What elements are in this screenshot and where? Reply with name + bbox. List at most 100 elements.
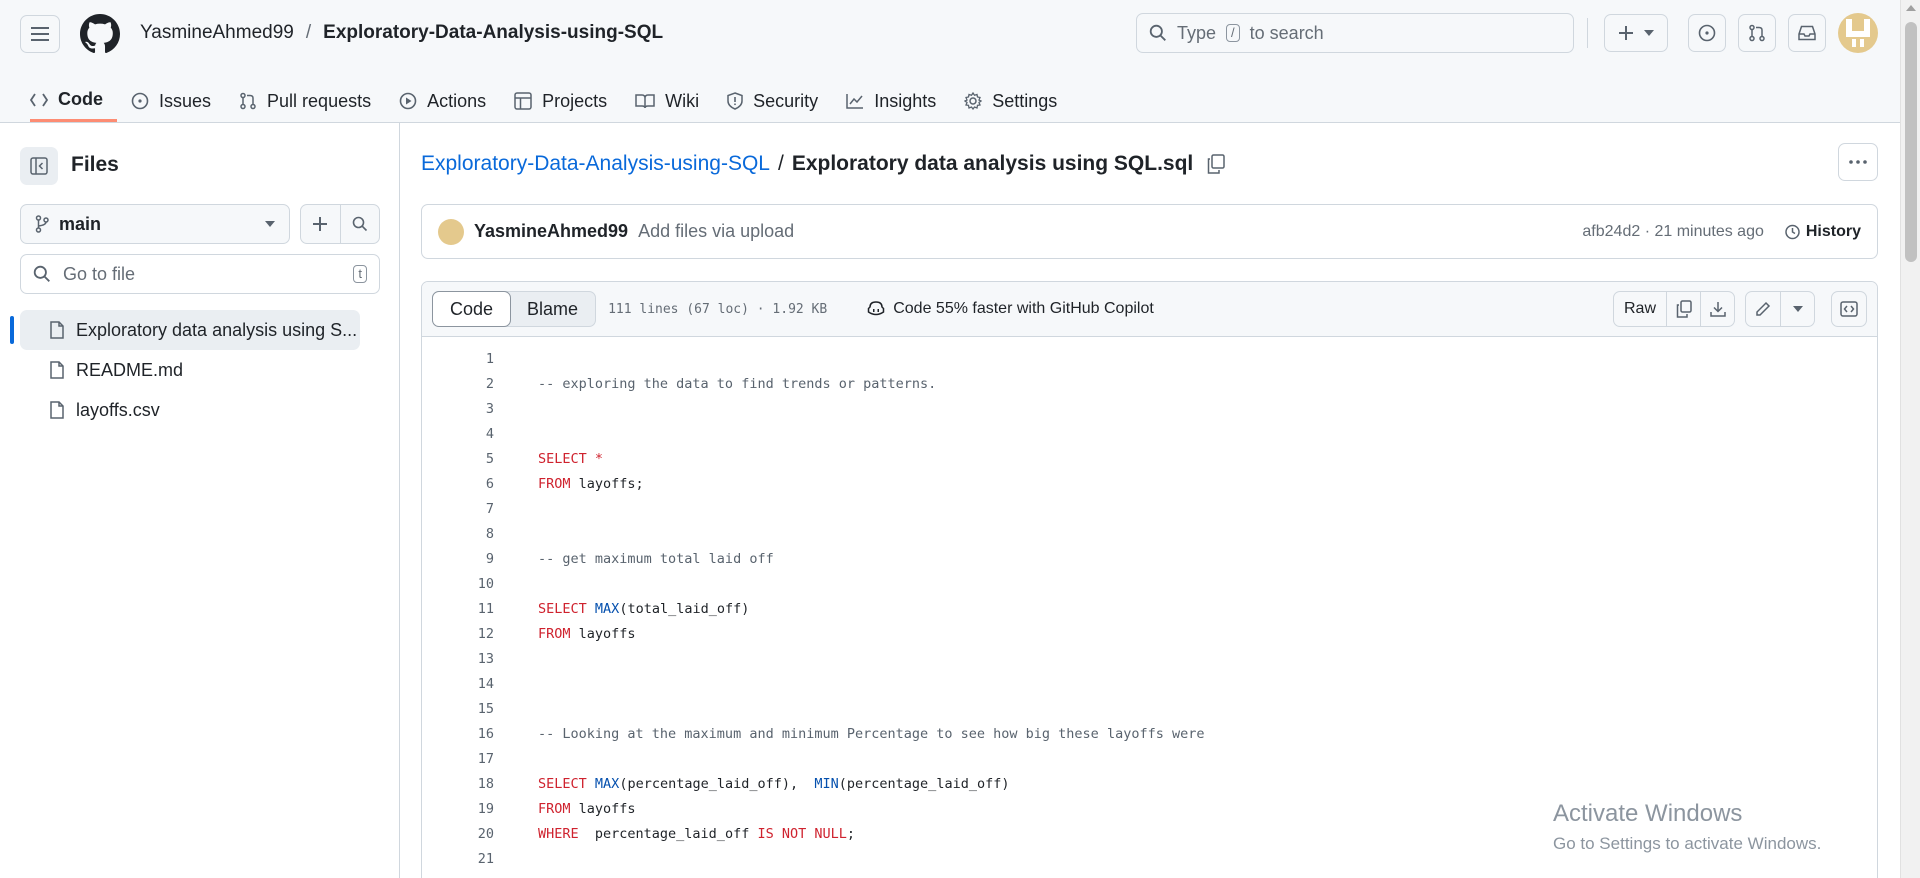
code-line[interactable]: 16 -- Looking at the maximum and minimum … (422, 721, 1877, 746)
line-number[interactable]: 3 (422, 401, 494, 417)
code-line[interactable]: 15 (422, 696, 1877, 721)
line-content: SELECT MAX(total_laid_off) (494, 601, 749, 617)
line-number[interactable]: 10 (422, 576, 494, 592)
tab-projects[interactable]: Projects (500, 80, 621, 122)
page-scrollbar[interactable] (1900, 0, 1920, 878)
line-number[interactable]: 18 (422, 776, 494, 792)
code-line[interactable]: 2 -- exploring the data to find trends or… (422, 371, 1877, 396)
line-number[interactable]: 20 (422, 826, 494, 842)
raw-button[interactable]: Raw (1614, 292, 1666, 326)
copy-raw-button[interactable] (1666, 292, 1700, 326)
code-line[interactable]: 13 (422, 646, 1877, 671)
line-number[interactable]: 4 (422, 426, 494, 442)
search-input[interactable]: Type / to search (1136, 13, 1574, 53)
code-view-button[interactable]: Code (432, 291, 512, 327)
collapse-sidebar-button[interactable] (20, 147, 58, 185)
line-number[interactable]: 14 (422, 676, 494, 692)
commit-author-avatar[interactable] (438, 218, 464, 245)
tab-issues[interactable]: Issues (117, 80, 225, 122)
create-new-button[interactable] (1604, 14, 1668, 52)
commit-message[interactable]: Add files via upload (638, 221, 794, 242)
copy-icon[interactable] (1207, 154, 1226, 174)
edit-dropdown-button[interactable] (1780, 292, 1814, 326)
owner-link[interactable]: YasmineAhmed99 (140, 22, 294, 44)
line-number[interactable]: 1 (422, 351, 494, 367)
code-line[interactable]: 6 FROM layoffs; (422, 471, 1877, 496)
tab-code[interactable]: Code (30, 80, 117, 122)
repo-link[interactable]: Exploratory-Data-Analysis-using-SQL (323, 22, 663, 44)
file-item-sql[interactable]: Exploratory data analysis using S... (10, 310, 360, 350)
tab-label: Wiki (665, 90, 700, 111)
commit-author[interactable]: YasmineAhmed99 (474, 221, 628, 242)
copy-icon (1676, 300, 1692, 318)
line-number[interactable]: 19 (422, 801, 494, 817)
code-line[interactable]: 7 (422, 496, 1877, 521)
branch-selector[interactable]: main (20, 204, 290, 244)
line-number[interactable]: 9 (422, 551, 494, 567)
line-number[interactable]: 17 (422, 751, 494, 767)
issues-button[interactable] (1688, 14, 1726, 52)
code-line[interactable]: 10 (422, 571, 1877, 596)
code-line[interactable]: 3 (422, 396, 1877, 421)
file-icon (50, 401, 64, 419)
latest-commit-bar: YasmineAhmed99 Add files via upload afb2… (421, 204, 1878, 259)
branch-icon (35, 215, 49, 233)
add-file-button[interactable] (301, 205, 340, 243)
tab-settings[interactable]: Settings (950, 80, 1071, 122)
edit-button[interactable] (1746, 292, 1780, 326)
code-line[interactable]: 5 SELECT * (422, 446, 1877, 471)
line-number[interactable]: 5 (422, 451, 494, 467)
line-number[interactable]: 7 (422, 501, 494, 517)
history-button[interactable]: History (1784, 223, 1861, 241)
line-number[interactable]: 2 (422, 376, 494, 392)
line-number[interactable]: 6 (422, 476, 494, 492)
tab-label: Code (58, 89, 103, 109)
file-item-csv[interactable]: layoffs.csv (20, 390, 360, 430)
go-to-file-input[interactable]: Go to file t (20, 254, 380, 294)
history-icon (1785, 224, 1800, 239)
repo-root-link[interactable]: Exploratory-Data-Analysis-using-SQL (421, 152, 770, 176)
user-avatar[interactable] (1838, 13, 1878, 53)
line-number[interactable]: 15 (422, 701, 494, 717)
identicon-icon (1846, 19, 1870, 47)
tab-actions[interactable]: Actions (385, 80, 500, 122)
scrollbar-thumb[interactable] (1905, 22, 1917, 262)
line-number[interactable]: 12 (422, 626, 494, 642)
blame-view-button[interactable]: Blame (510, 292, 595, 326)
file-icon (50, 321, 64, 339)
file-item-readme[interactable]: README.md (20, 350, 360, 390)
breadcrumb: YasmineAhmed99 / Exploratory-Data-Analys… (140, 22, 663, 44)
line-number[interactable]: 16 (422, 726, 494, 742)
sidebar-title: Files (71, 153, 119, 176)
code-line[interactable]: 1 (422, 346, 1877, 371)
more-options-button[interactable] (1838, 143, 1878, 181)
code-line[interactable]: 12 FROM layoffs (422, 621, 1877, 646)
code-line[interactable]: 11 SELECT MAX(total_laid_off) (422, 596, 1877, 621)
github-logo-icon[interactable] (80, 14, 120, 54)
symbols-panel-button[interactable] (1831, 291, 1867, 327)
code-line[interactable]: 8 (422, 521, 1877, 546)
tab-insights[interactable]: Insights (832, 80, 950, 122)
code-token: SELECT (538, 600, 587, 617)
tab-wiki[interactable]: Wiki (621, 80, 713, 122)
line-number[interactable]: 21 (422, 851, 494, 867)
search-files-button[interactable] (339, 205, 380, 243)
commit-meta[interactable]: afb24d2 · 21 minutes ago (1582, 223, 1763, 241)
code-line[interactable]: 17 (422, 746, 1877, 771)
code-token: MIN (814, 775, 839, 792)
code-line[interactable]: 9 -- get maximum total laid off (422, 546, 1877, 571)
code-line[interactable]: 18 SELECT MAX(percentage_laid_off), MIN(p… (422, 771, 1877, 796)
line-number[interactable]: 13 (422, 651, 494, 667)
menu-button[interactable] (20, 15, 60, 53)
code-line[interactable]: 4 (422, 421, 1877, 446)
download-button[interactable] (1700, 292, 1734, 326)
line-number[interactable]: 8 (422, 526, 494, 542)
scroll-up-arrow-icon[interactable] (1906, 5, 1916, 11)
copilot-promo-link[interactable]: Code 55% faster with GitHub Copilot (867, 300, 1154, 318)
tab-security[interactable]: Security (713, 80, 832, 122)
inbox-button[interactable] (1788, 14, 1826, 52)
pull-requests-button[interactable] (1738, 14, 1776, 52)
line-number[interactable]: 11 (422, 601, 494, 617)
code-line[interactable]: 14 (422, 671, 1877, 696)
tab-pull-requests[interactable]: Pull requests (225, 80, 385, 122)
